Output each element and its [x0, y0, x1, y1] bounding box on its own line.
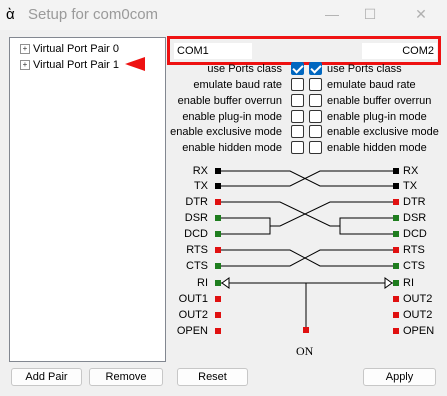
signal-label-left: OPEN: [176, 325, 208, 337]
ri-triangle-icon: [221, 277, 230, 289]
signal-pin[interactable]: [215, 247, 221, 253]
signal-wiring-diagram: [215, 168, 399, 334]
signal-label-left: RX: [192, 165, 208, 177]
signal-pin[interactable]: [393, 215, 399, 221]
signal-label-left: DTR: [185, 196, 208, 208]
apply-button[interactable]: Apply: [363, 368, 436, 386]
signal-pin[interactable]: [393, 168, 399, 174]
wire-dtr: [218, 217, 271, 226]
signal-label-right: DTR: [403, 196, 426, 208]
signal-label-left: RTS: [186, 244, 208, 256]
signal-label-left: OUT2: [178, 309, 208, 321]
signal-pin[interactable]: [393, 199, 399, 205]
signal-label-right: OUT2: [403, 309, 433, 321]
ri-triangle-icon: [384, 277, 393, 289]
signal-label-right: RX: [403, 165, 419, 177]
signal-pin[interactable]: [215, 263, 221, 269]
signal-label-left: TX: [193, 180, 208, 192]
signal-label-right: DCD: [403, 228, 427, 240]
signal-label-left: RI: [197, 277, 208, 289]
wire-dtr: [339, 226, 396, 235]
remove-button[interactable]: Remove: [89, 368, 163, 386]
signal-pin[interactable]: [393, 231, 399, 237]
signal-label-left: DCD: [184, 228, 208, 240]
signal-label-left: CTS: [186, 260, 208, 272]
signal-label-right: RTS: [403, 244, 425, 256]
signal-pin[interactable]: [215, 215, 221, 221]
wire-rts-cts: [218, 249, 396, 267]
signal-pin[interactable]: [393, 183, 399, 189]
signal-label-right: DSR: [403, 212, 427, 224]
signal-pin[interactable]: [393, 328, 399, 334]
signal-pin[interactable]: [215, 231, 221, 237]
signal-pin[interactable]: [215, 199, 221, 205]
signal-pin[interactable]: [215, 183, 221, 189]
signal-label-right: RI: [403, 277, 414, 289]
signal-label-left: DSR: [184, 212, 208, 224]
signal-pin[interactable]: [215, 312, 221, 318]
signal-pin[interactable]: [393, 247, 399, 253]
wire-dtr: [218, 226, 271, 235]
signal-pin[interactable]: [393, 263, 399, 269]
signal-label-right: OPEN: [403, 325, 435, 337]
signal-pin[interactable]: [393, 312, 399, 318]
wire-rx-tx: [218, 170, 396, 187]
signal-pin[interactable]: [215, 280, 221, 286]
wire-rts-cts: [218, 249, 396, 267]
signal-label-left: OUT1: [178, 293, 208, 305]
signal-pin[interactable]: [215, 296, 221, 302]
on-label: ON: [296, 344, 314, 358]
signal-pin[interactable]: [215, 168, 221, 174]
signal-pin[interactable]: [215, 328, 221, 334]
signal-label-right: TX: [403, 180, 418, 192]
signal-label-right: OUT2: [403, 293, 433, 305]
wire-dtr: [270, 201, 396, 227]
add-pair-button[interactable]: Add Pair: [11, 368, 82, 386]
signal-pin[interactable]: [393, 296, 399, 302]
on-pin[interactable]: [303, 327, 309, 333]
signal-label-right: CTS: [403, 260, 425, 272]
signal-pin[interactable]: [393, 280, 399, 286]
wire-rx-tx: [218, 170, 396, 187]
wire-dtr: [339, 217, 396, 226]
reset-button[interactable]: Reset: [177, 368, 248, 386]
